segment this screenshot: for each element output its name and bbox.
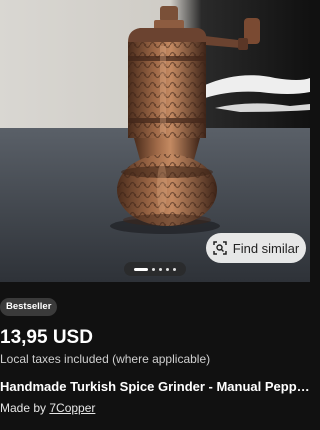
- maker-prefix: Made by: [0, 401, 50, 415]
- carousel-dot-active[interactable]: [134, 267, 148, 271]
- price: 13,95 USD: [0, 327, 93, 348]
- bestseller-badge: Bestseller: [0, 298, 58, 316]
- listing-title[interactable]: Handmade Turkish Spice Grinder - Manual …: [0, 379, 310, 394]
- carousel-dot[interactable]: [159, 267, 162, 271]
- visual-search-icon: [213, 241, 227, 255]
- carousel-dot[interactable]: [152, 267, 155, 271]
- find-similar-label: Find similar: [232, 240, 300, 256]
- shop-link[interactable]: 7Copper: [49, 401, 95, 415]
- product-image[interactable]: Find similar: [0, 0, 310, 282]
- carousel-dot[interactable]: [166, 267, 169, 271]
- tax-note: Local taxes included (where applicable): [0, 352, 211, 366]
- maker-line: Made by 7Copper: [0, 401, 95, 415]
- find-similar-button[interactable]: Find similar: [206, 233, 306, 263]
- carousel-dot[interactable]: [173, 267, 176, 271]
- carousel-indicator[interactable]: [124, 262, 186, 276]
